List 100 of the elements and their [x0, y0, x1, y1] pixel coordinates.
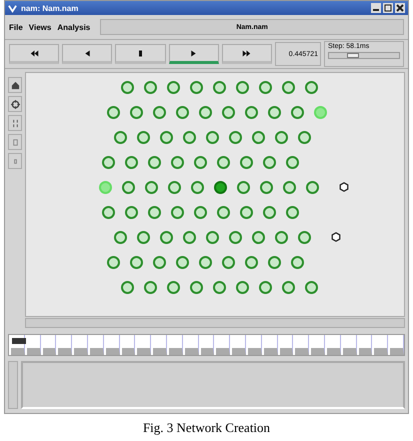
network-node [107, 106, 120, 118]
network-node [144, 80, 157, 94]
network-node [237, 180, 250, 194]
network-node [167, 280, 180, 294]
zoom-tool-button[interactable] [8, 153, 22, 169]
fast-forward-icon [242, 50, 252, 56]
network-node [183, 130, 196, 144]
network-node [213, 80, 226, 94]
network-node [114, 230, 127, 244]
network-node [190, 280, 203, 294]
network-node [145, 180, 158, 194]
time-marker [12, 338, 26, 344]
network-node [137, 130, 150, 144]
network-node [153, 256, 166, 268]
network-node [183, 230, 196, 244]
network-node [291, 256, 304, 268]
menu-item[interactable]: Views [28, 22, 52, 32]
link-tool-button[interactable] [8, 115, 22, 131]
network-node [260, 180, 273, 194]
network-node [252, 130, 265, 144]
network-node [298, 130, 311, 144]
network-node [275, 230, 288, 244]
network-node [282, 280, 295, 294]
timeline[interactable] [8, 334, 405, 356]
network-node [305, 80, 318, 94]
network-node [229, 230, 242, 244]
network-node [171, 206, 184, 218]
minimize-icon[interactable] [371, 3, 381, 13]
network-node [121, 80, 134, 94]
network-node [245, 106, 258, 118]
network-node [167, 80, 180, 94]
network-node [229, 130, 242, 144]
network-node [144, 280, 157, 294]
playback-button[interactable] [168, 44, 219, 64]
zoom-in-icon [10, 138, 20, 146]
maximize-icon[interactable] [383, 3, 393, 13]
network-node [245, 256, 258, 268]
menu-item[interactable]: File [9, 22, 23, 32]
network-node [240, 156, 253, 168]
network-node [217, 156, 230, 168]
menu-item[interactable]: Analysis [57, 22, 90, 32]
back-icon [82, 50, 92, 56]
network-node [160, 130, 173, 144]
window-menu-icon[interactable] [8, 4, 17, 12]
window-title: nam: Nam.nam [21, 4, 78, 12]
network-node [206, 230, 219, 244]
network-node [282, 80, 295, 94]
network-node [275, 130, 288, 144]
network-node [114, 130, 127, 144]
network-node [213, 280, 226, 294]
house-icon [10, 80, 20, 90]
move-tool-button[interactable] [8, 96, 22, 112]
zoom-tool-button[interactable] [8, 134, 22, 150]
network-node [130, 256, 143, 268]
network-node [125, 156, 138, 168]
network-node [286, 156, 299, 168]
network-node [121, 280, 134, 294]
network-node [191, 180, 204, 194]
network-node [217, 206, 230, 218]
network-node [263, 206, 276, 218]
network-node [99, 180, 112, 194]
network-node [102, 156, 115, 168]
agent-node [330, 232, 340, 242]
link-icon [10, 118, 20, 128]
network-node [298, 230, 311, 244]
network-node [236, 280, 249, 294]
network-node [286, 206, 299, 218]
network-node [102, 206, 115, 218]
network-node [199, 256, 212, 268]
close-icon[interactable] [395, 3, 405, 13]
network-node [190, 80, 203, 94]
network-node [305, 280, 318, 294]
network-node [148, 156, 161, 168]
horizontal-scrollbar[interactable] [25, 318, 405, 328]
playback-button[interactable] [9, 44, 60, 64]
network-node [206, 130, 219, 144]
rewind-icon [30, 50, 39, 56]
network-node [306, 180, 319, 194]
network-node [222, 256, 235, 268]
step-slider[interactable] [328, 52, 400, 59]
network-node [107, 256, 120, 268]
network-node [268, 256, 281, 268]
network-node [194, 206, 207, 218]
move-icon [10, 100, 20, 108]
vertical-scrollbar[interactable] [8, 361, 18, 409]
network-node [122, 180, 135, 194]
playback-button[interactable] [222, 44, 272, 64]
slider-thumb[interactable] [347, 53, 359, 58]
network-node [137, 230, 150, 244]
play-icon [189, 50, 198, 56]
network-node [199, 106, 212, 118]
network-node [240, 206, 253, 218]
network-node [263, 156, 276, 168]
network-node [194, 156, 207, 168]
pointer-tool-button[interactable] [8, 77, 22, 93]
network-node [176, 256, 189, 268]
network-node [259, 280, 272, 294]
network-node [125, 206, 138, 218]
network-node [314, 106, 327, 118]
network-node [160, 230, 173, 244]
